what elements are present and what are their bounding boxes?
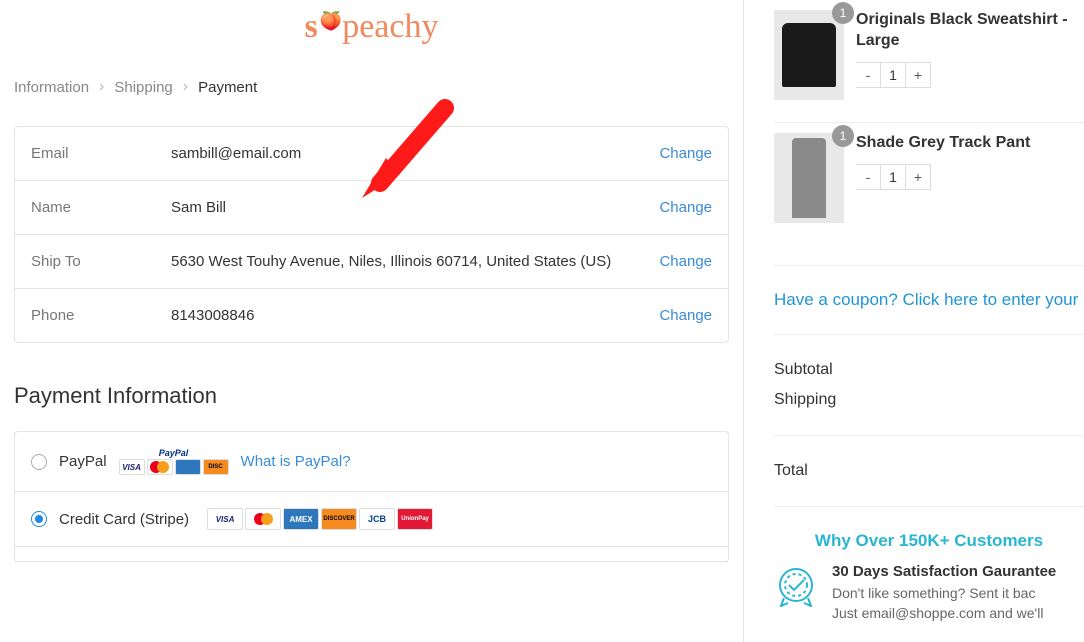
amex-icon: AMEX: [283, 508, 319, 530]
product-title: Shade Grey Track Pant: [856, 133, 1084, 154]
summary-label: Phone: [31, 307, 171, 324]
logo-peachy: peachy: [342, 8, 438, 45]
paypal-logo-icon: PayPal VISA DISC: [119, 448, 229, 475]
jcb-icon: JCB: [359, 508, 395, 530]
breadcrumb-information[interactable]: Information: [14, 79, 89, 96]
order-summary-box: Email sambill@email.com Change Name Sam …: [14, 126, 729, 343]
summary-value: 5630 West Touhy Avenue, Niles, Illinois …: [171, 253, 659, 270]
breadcrumb-payment[interactable]: Payment: [198, 79, 257, 96]
summary-row-phone: Phone 8143008846 Change: [15, 289, 728, 342]
summary-row-email: Email sambill@email.com Change: [15, 127, 728, 181]
qty-badge: 1: [832, 125, 854, 147]
store-logo: s🍑peachy: [14, 0, 729, 74]
radio-stripe[interactable]: [31, 511, 47, 527]
qty-badge: 1: [832, 2, 854, 24]
divider: [774, 265, 1084, 266]
total-row: Total: [774, 456, 1084, 486]
peach-icon: 🍑: [320, 11, 342, 31]
payment-option-label: Credit Card (Stripe): [59, 511, 189, 528]
shipping-label: Shipping: [774, 391, 836, 408]
customers-love-heading: Why Over 150K+ Customers: [774, 531, 1084, 551]
qty-value: 1: [880, 62, 906, 88]
guarantee-body-line2: Just email@shoppe.com and we'll: [832, 604, 1056, 624]
chevron-right-icon: ›: [183, 78, 188, 96]
guarantee-title: 30 Days Satisfaction Gaurantee: [832, 563, 1056, 580]
summary-value: sambill@email.com: [171, 145, 659, 162]
discover-icon: DISCOVER: [321, 508, 357, 530]
qty-increase-button[interactable]: +: [905, 62, 931, 88]
qty-decrease-button[interactable]: -: [856, 164, 881, 190]
summary-value: Sam Bill: [171, 199, 659, 216]
quantity-stepper: - 1 +: [856, 164, 1084, 190]
logo-so: s: [305, 8, 318, 45]
summary-row-name: Name Sam Bill Change: [15, 181, 728, 235]
breadcrumb-shipping[interactable]: Shipping: [114, 79, 172, 96]
change-email-link[interactable]: Change: [659, 145, 712, 162]
product-title: Originals Black Sweatshirt - Large: [856, 10, 1084, 52]
change-phone-link[interactable]: Change: [659, 307, 712, 324]
chevron-right-icon: ›: [99, 78, 104, 96]
summary-label: Ship To: [31, 253, 171, 270]
product-thumbnail: 1: [774, 10, 844, 100]
product-thumbnail: 1: [774, 133, 844, 223]
radio-paypal[interactable]: [31, 454, 47, 470]
summary-row-shipto: Ship To 5630 West Touhy Avenue, Niles, I…: [15, 235, 728, 289]
guarantee-block: 30 Days Satisfaction Gaurantee Don't lik…: [774, 563, 1084, 623]
quantity-stepper: - 1 +: [856, 62, 1084, 88]
payment-option-stripe[interactable]: Credit Card (Stripe) VISA AMEX DISCOVER …: [15, 492, 728, 547]
cart-item: 1 Shade Grey Track Pant - 1 +: [774, 123, 1084, 245]
mastercard-icon: [245, 508, 281, 530]
guarantee-body-line1: Don't like something? Sent it bac: [832, 584, 1056, 604]
coupon-toggle-link[interactable]: Have a coupon? Click here to enter your: [774, 290, 1084, 310]
payment-methods-box: PayPal PayPal VISA DISC What is PayPal? …: [14, 431, 729, 562]
summary-value: 8143008846: [171, 307, 659, 324]
cart-item: 1 Originals Black Sweatshirt - Large - 1…: [774, 0, 1084, 123]
subtotal-label: Subtotal: [774, 361, 833, 378]
shipping-row: Shipping: [774, 385, 1084, 415]
breadcrumb: Information › Shipping › Payment: [14, 74, 729, 126]
payment-option-paypal[interactable]: PayPal PayPal VISA DISC What is PayPal?: [15, 432, 728, 492]
subtotal-row: Subtotal: [774, 355, 1084, 385]
pants-image: [792, 138, 826, 218]
visa-icon: VISA: [207, 508, 243, 530]
qty-increase-button[interactable]: +: [905, 164, 931, 190]
divider: [774, 435, 1084, 436]
divider: [774, 506, 1084, 507]
change-name-link[interactable]: Change: [659, 199, 712, 216]
card-badges: VISA AMEX DISCOVER JCB UnionPay: [207, 508, 433, 530]
payment-option-label: PayPal: [59, 453, 107, 470]
payment-info-heading: Payment Information: [14, 383, 729, 409]
summary-label: Name: [31, 199, 171, 216]
guarantee-badge-icon: [774, 563, 818, 607]
payment-option-blank: [15, 547, 728, 562]
change-shipto-link[interactable]: Change: [659, 253, 712, 270]
qty-value: 1: [880, 164, 906, 190]
what-is-paypal-link[interactable]: What is PayPal?: [241, 453, 351, 470]
summary-label: Email: [31, 145, 171, 162]
unionpay-icon: UnionPay: [397, 508, 433, 530]
total-label: Total: [774, 462, 808, 479]
divider: [774, 334, 1084, 335]
sweatshirt-image: [782, 23, 836, 87]
qty-decrease-button[interactable]: -: [856, 62, 881, 88]
